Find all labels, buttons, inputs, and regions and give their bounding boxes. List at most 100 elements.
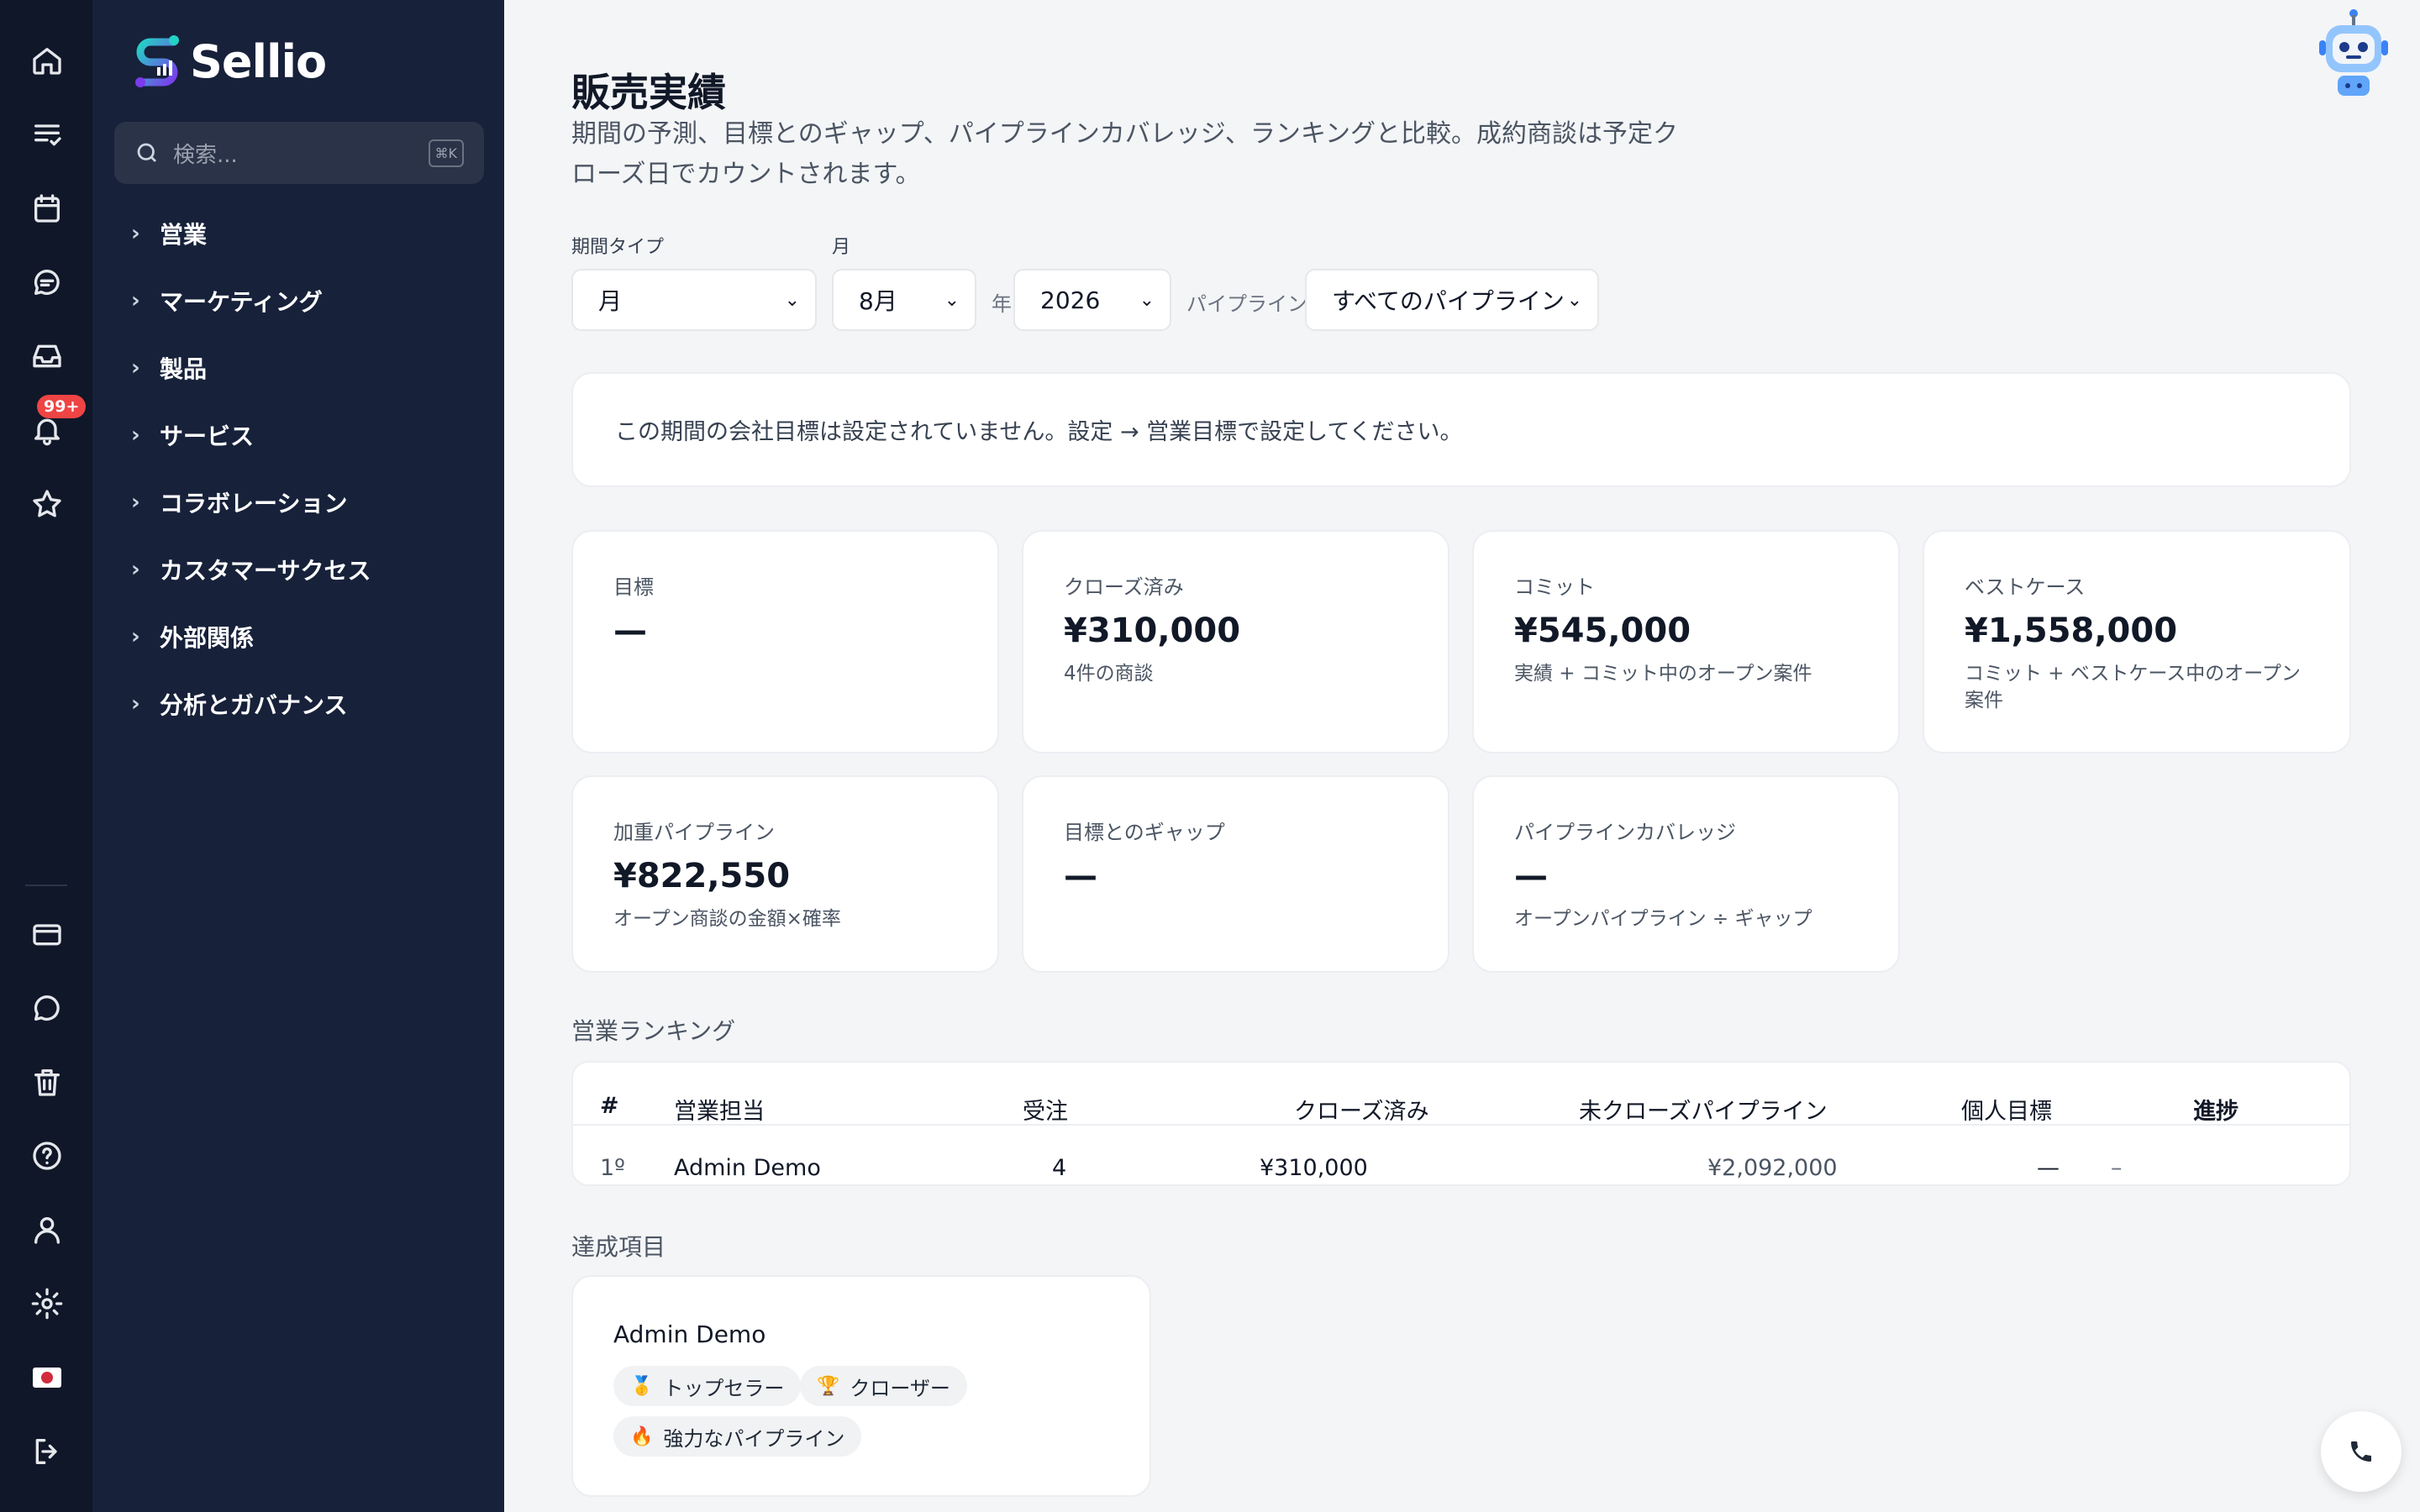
star-icon[interactable] [25, 482, 69, 526]
sidebar-item-products[interactable]: › 製品 [131, 351, 207, 385]
badge-top-seller: 🥇 トップセラー [613, 1366, 802, 1406]
kpi-label: ベストケース [1965, 575, 2086, 599]
kpi-card-commit: コミット ¥545,000 実績 + コミット中のオープン案件 [1472, 530, 1900, 753]
logout-icon[interactable] [25, 1430, 69, 1473]
table-cell-personal-target: — [2037, 1155, 2060, 1181]
kpi-subtext: 実績 + コミット中のオープン案件 [1514, 663, 1812, 685]
kpi-subtext: オープン商談の金額×確率 [613, 908, 841, 930]
table-cell-rep[interactable]: Admin Demo [674, 1155, 821, 1181]
chat-icon[interactable] [25, 260, 69, 304]
credit-card-icon[interactable] [25, 912, 69, 956]
pipeline-select[interactable]: すべてのパイプライン ⌄ [1305, 269, 1599, 331]
kpi-value: ¥822,550 [613, 857, 791, 895]
japan-flag-icon[interactable] [25, 1356, 69, 1399]
search-icon [137, 143, 156, 162]
sidebar-item-label: 外部関係 [160, 624, 255, 652]
task-list-icon[interactable] [25, 113, 69, 156]
chevron-right-icon: › [131, 288, 140, 313]
kpi-card-closed: クローズ済み ¥310,000 4件の商談 [1022, 530, 1449, 753]
table-header-open-pipeline: 未クローズパイプライン [1579, 1099, 1828, 1125]
sidebar-item-marketing[interactable]: › マーケティング [131, 284, 323, 318]
badge-strong-pipeline: 🔥 強力なパイプライン [613, 1416, 862, 1457]
achievement-rep-name: Admin Demo [613, 1320, 766, 1348]
sidebar-item-sales[interactable]: › 営業 [131, 217, 207, 250]
kpi-label: パイプラインカバレッジ [1514, 821, 1736, 844]
kpi-value: — [613, 612, 647, 650]
search-input[interactable]: 検索... ⌘K [114, 122, 484, 184]
kpi-card-gap-to-target: 目標とのギャップ — [1022, 775, 1449, 973]
kpi-value: ¥545,000 [1514, 612, 1691, 650]
page-title: 販売実績 [571, 70, 726, 115]
badge-label: トップセラー [663, 1376, 785, 1400]
app-logo[interactable]: Sellio [131, 32, 327, 91]
phone-call-button[interactable] [2321, 1411, 2402, 1492]
table-header-closed: クローズ済み [1294, 1099, 1429, 1125]
help-icon[interactable] [25, 1134, 69, 1178]
table-cell-won: 4 [1052, 1155, 1067, 1181]
kpi-label: コミット [1514, 575, 1595, 599]
period-type-select[interactable]: 月 ⌄ [571, 269, 817, 331]
message-icon[interactable] [25, 986, 69, 1030]
kpi-value: ¥310,000 [1064, 612, 1241, 650]
calendar-icon[interactable] [25, 186, 69, 230]
table-header-won: 受注 [1023, 1099, 1068, 1125]
table-cell-progress: – [2111, 1155, 2123, 1181]
sidebar-item-service[interactable]: › サービス [131, 418, 254, 452]
kpi-label: 目標 [613, 575, 654, 599]
chevron-right-icon: › [131, 355, 140, 381]
trash-icon[interactable] [25, 1060, 69, 1104]
ranking-title: 営業ランキング [571, 1017, 736, 1045]
inbox-icon[interactable] [25, 334, 69, 378]
pipeline-value: すべてのパイプライン [1332, 287, 1565, 315]
badge-closer: 🏆 クローザー [800, 1366, 967, 1406]
chevron-right-icon: › [131, 557, 140, 582]
sidebar-item-analytics-governance[interactable]: › 分析とガバナンス [131, 687, 347, 721]
month-select[interactable]: 8月 ⌄ [832, 269, 976, 331]
user-icon[interactable] [25, 1208, 69, 1252]
sidebar: Sellio 検索... ⌘K › 営業 › マーケティング › 製品 › サービス ›… [92, 0, 504, 1512]
table-cell-rank: 1º [600, 1155, 625, 1181]
sellio-logo-mark-icon [131, 32, 183, 91]
chevron-down-icon: ⌄ [784, 289, 800, 311]
table-header-rank: # [600, 1093, 619, 1119]
chevron-right-icon: › [131, 423, 140, 448]
assistant-robot-icon[interactable] [2316, 7, 2391, 99]
pipeline-label: パイプライン [1186, 292, 1307, 316]
sidebar-item-label: カスタマーサクセス [160, 557, 371, 585]
rail-divider [25, 885, 67, 886]
kpi-label: クローズ済み [1064, 575, 1184, 599]
sidebar-item-label: 製品 [160, 355, 208, 383]
year-select[interactable]: 2026 ⌄ [1013, 269, 1171, 331]
kpi-subtext: コミット + ベストケース中のオープン案件 [1965, 663, 2301, 711]
home-icon[interactable] [25, 39, 69, 82]
sidebar-item-external-relations[interactable]: › 外部関係 [131, 620, 254, 654]
kpi-subtext: オープンパイプライン ÷ ギャップ [1514, 908, 1812, 930]
kpi-value: — [1064, 857, 1097, 895]
sidebar-item-collaboration[interactable]: › コラボレーション [131, 486, 347, 519]
sidebar-item-label: コラボレーション [160, 490, 348, 517]
page-subtitle: 期間の予測、目標とのギャップ、パイプラインカバレッジ、ランキングと比較。成約商談… [571, 119, 1678, 189]
notification-badge: 99+ [37, 395, 87, 418]
sidebar-item-customer-success[interactable]: › カスタマーサクセス [131, 553, 371, 586]
chevron-right-icon: › [131, 490, 140, 515]
kpi-card-best-case: ベストケース ¥1,558,000 コミット + ベストケース中のオープン案件 [1923, 530, 2351, 753]
phone-icon [2351, 1441, 2371, 1462]
table-header-progress: 進捗 [2193, 1099, 2238, 1125]
month-label: 月 [832, 237, 851, 258]
kpi-card-weighted-pipeline: 加重パイプライン ¥822,550 オープン商談の金額×確率 [571, 775, 999, 973]
chevron-down-icon: ⌄ [944, 289, 960, 311]
chevron-down-icon: ⌄ [1566, 289, 1582, 311]
settings-gear-icon[interactable] [25, 1282, 69, 1326]
main-content: 販売実績 期間の予測、目標とのギャップ、パイプラインカバレッジ、ランキングと比較… [504, 0, 2420, 1512]
year-label: 年 [992, 292, 1012, 316]
table-divider [573, 1124, 2349, 1126]
month-value: 8月 [859, 287, 897, 315]
search-shortcut: ⌘K [428, 139, 464, 167]
table-cell-closed: ¥310,000 [1260, 1155, 1368, 1181]
kpi-label: 加重パイプライン [613, 821, 775, 844]
kpi-subtext: 4件の商談 [1064, 663, 1154, 685]
year-value: 2026 [1040, 286, 1101, 314]
period-type-label: 期間タイプ [571, 237, 665, 258]
kpi-card-pipeline-coverage: パイプラインカバレッジ — オープンパイプライン ÷ ギャップ [1472, 775, 1900, 973]
table-cell-open-pipeline: ¥2,092,000 [1707, 1155, 1838, 1181]
